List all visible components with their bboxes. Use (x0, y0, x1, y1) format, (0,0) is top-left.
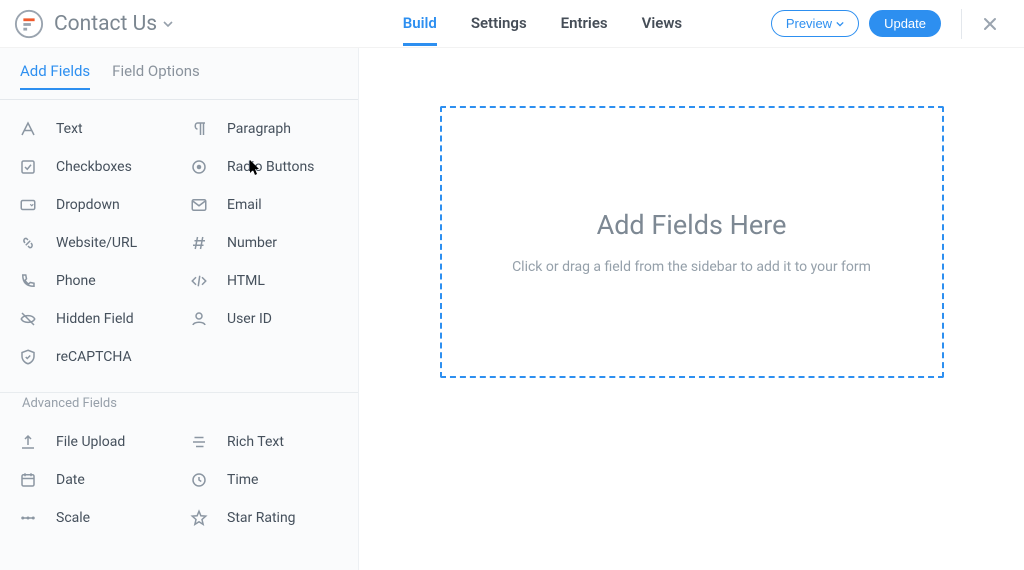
radio-icon (189, 158, 209, 176)
field-label: Radio Buttons (227, 159, 314, 175)
eye-off-icon (18, 310, 38, 328)
field-text[interactable]: Text (8, 110, 179, 148)
user-icon (189, 310, 209, 328)
field-label: Checkboxes (56, 159, 132, 175)
field-label: Text (56, 121, 83, 137)
sidebar-tabs: Add Fields Field Options (0, 48, 358, 100)
field-phone[interactable]: Phone (8, 262, 179, 300)
tab-views[interactable]: Views (642, 2, 683, 46)
hash-icon (189, 234, 209, 252)
top-bar: Contact Us Build Settings Entries Views … (0, 0, 1024, 48)
form-name-dropdown[interactable]: Contact Us (54, 12, 173, 36)
update-button[interactable]: Update (869, 10, 941, 37)
field-time[interactable]: Time (179, 461, 350, 499)
upload-icon (18, 433, 38, 451)
tab-entries[interactable]: Entries (561, 2, 608, 46)
field-label: Dropdown (56, 197, 120, 213)
app-logo-icon (14, 9, 44, 39)
field-hidden[interactable]: Hidden Field (8, 300, 179, 338)
caret-down-icon (836, 20, 844, 28)
rich-text-icon (189, 433, 209, 451)
field-date[interactable]: Date (8, 461, 179, 499)
field-label: reCAPTCHA (56, 349, 132, 365)
field-label: User ID (227, 311, 272, 327)
field-label: Phone (56, 273, 96, 289)
text-icon (18, 120, 38, 138)
shield-icon (18, 348, 38, 366)
preview-label: Preview (786, 16, 832, 31)
field-label: Scale (56, 510, 90, 526)
brand-area: Contact Us (14, 9, 314, 39)
field-label: HTML (227, 273, 265, 289)
form-canvas-area: Add Fields Here Click or drag a field fr… (359, 48, 1024, 570)
preview-button[interactable]: Preview (771, 10, 859, 37)
dropzone-hint: Click or drag a field from the sidebar t… (512, 259, 871, 275)
field-file-upload[interactable]: File Upload (8, 423, 179, 461)
field-rich-text[interactable]: Rich Text (179, 423, 350, 461)
dropdown-icon (18, 196, 38, 214)
field-label: Paragraph (227, 121, 291, 137)
dropzone-heading: Add Fields Here (597, 209, 787, 241)
star-icon (189, 509, 209, 527)
form-dropzone[interactable]: Add Fields Here Click or drag a field fr… (440, 106, 944, 378)
field-star-rating[interactable]: Star Rating (179, 499, 350, 537)
fields-sidebar: Add Fields Field Options Text Paragraph … (0, 48, 359, 570)
calendar-icon (18, 471, 38, 489)
field-label: File Upload (56, 434, 125, 450)
field-label: Time (227, 472, 258, 488)
sidebar-tab-field-options[interactable]: Field Options (112, 62, 200, 90)
field-label: Number (227, 235, 277, 251)
close-button[interactable] (982, 16, 1010, 32)
clock-icon (189, 471, 209, 489)
phone-icon (18, 272, 38, 290)
caret-down-icon (163, 19, 173, 29)
advanced-fields-grid: File Upload Rich Text Date Time Scale St… (0, 413, 358, 543)
basic-fields-grid: Text Paragraph Checkboxes Radio Buttons … (0, 100, 358, 382)
field-checkboxes[interactable]: Checkboxes (8, 148, 179, 186)
field-recaptcha[interactable]: reCAPTCHA (8, 338, 179, 376)
sidebar-tab-add-fields[interactable]: Add Fields (20, 62, 90, 90)
field-label: Star Rating (227, 510, 296, 526)
main-nav: Build Settings Entries Views (314, 2, 771, 46)
top-bar-actions: Preview Update (771, 9, 1010, 39)
field-scale[interactable]: Scale (8, 499, 179, 537)
field-paragraph[interactable]: Paragraph (179, 110, 350, 148)
checkbox-icon (18, 158, 38, 176)
field-label: Email (227, 197, 262, 213)
email-icon (189, 196, 209, 214)
link-icon (18, 234, 38, 252)
field-radio[interactable]: Radio Buttons (179, 148, 350, 186)
field-userid[interactable]: User ID (179, 300, 350, 338)
separator (961, 9, 962, 39)
field-email[interactable]: Email (179, 186, 350, 224)
form-name-text: Contact Us (54, 12, 157, 36)
paragraph-icon (189, 120, 209, 138)
field-label: Rich Text (227, 434, 284, 450)
field-dropdown[interactable]: Dropdown (8, 186, 179, 224)
field-html[interactable]: HTML (179, 262, 350, 300)
field-label: Hidden Field (56, 311, 134, 327)
code-icon (189, 272, 209, 290)
field-label: Date (56, 472, 85, 488)
field-website[interactable]: Website/URL (8, 224, 179, 262)
close-icon (982, 16, 1010, 32)
scale-icon (18, 509, 38, 527)
field-label: Website/URL (56, 235, 137, 251)
tab-settings[interactable]: Settings (471, 2, 527, 46)
tab-build[interactable]: Build (403, 2, 437, 46)
field-number[interactable]: Number (179, 224, 350, 262)
workspace: Add Fields Field Options Text Paragraph … (0, 48, 1024, 570)
advanced-fields-header: Advanced Fields (0, 382, 358, 413)
